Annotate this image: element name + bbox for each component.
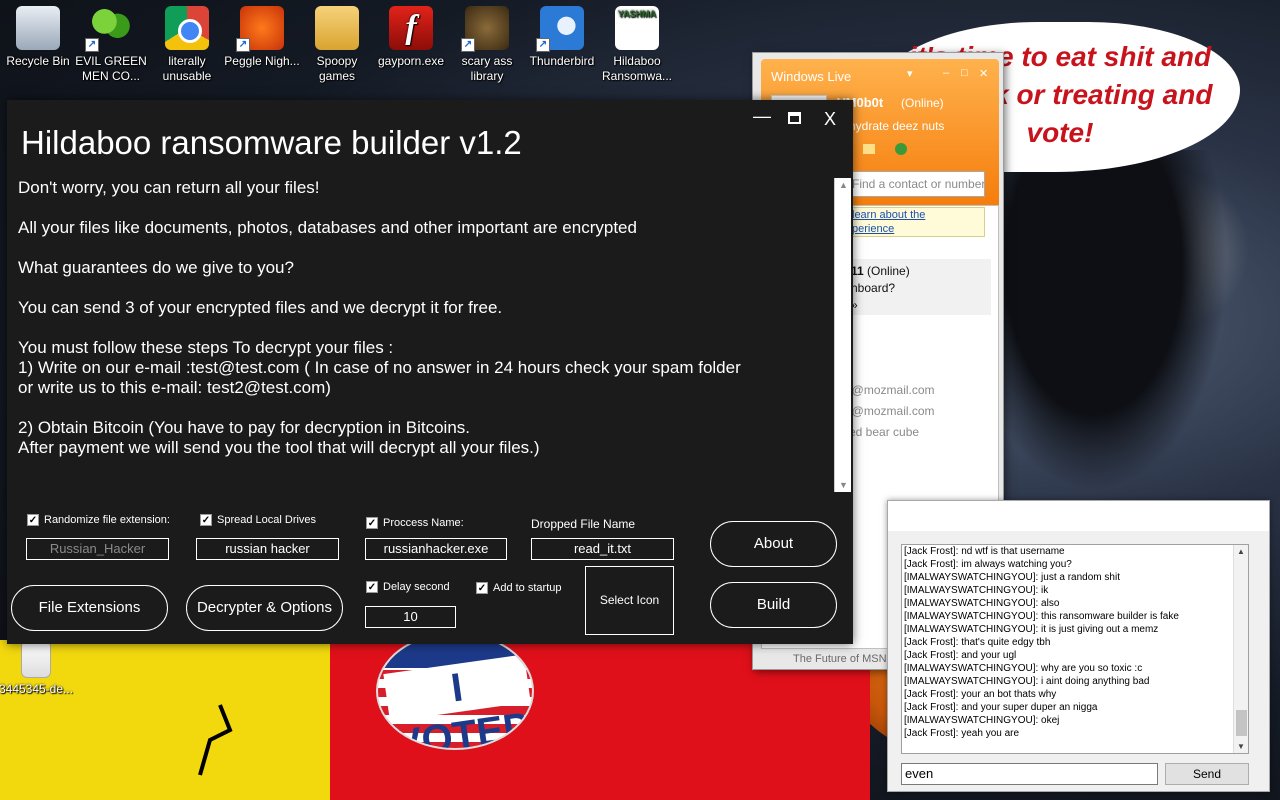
decrypter-options-button[interactable]: Decrypter & Options — [186, 585, 343, 631]
spread-name-input[interactable]: russian hacker — [196, 538, 339, 560]
messenger-options-icon[interactable]: ▾ — [907, 67, 913, 80]
contact-item[interactable]: l@mozmail.com — [849, 383, 935, 397]
select-icon-button[interactable]: Select Icon — [585, 566, 674, 635]
desktop-icon-recycle-bin[interactable]: Recycle Bin — [0, 0, 76, 69]
minimize-button[interactable]: — — [753, 106, 771, 127]
yashma-icon: YASHMA — [615, 6, 659, 50]
checkbox-icon: ✓ — [476, 582, 488, 594]
file-extensions-button[interactable]: File Extensions — [11, 585, 168, 631]
messenger-footer[interactable]: The Future of MSN — [793, 653, 887, 665]
folder-icon — [315, 6, 359, 50]
thunderbird-icon: ↗ — [536, 6, 584, 52]
library-icon: ↗ — [461, 6, 509, 52]
extension-input[interactable]: Russian_Hacker — [26, 538, 169, 560]
desktop-icon-evil-green-men[interactable]: ↗ EVIL GREEN MEN CO... — [73, 0, 149, 84]
messenger-status[interactable]: (Online) — [901, 96, 944, 110]
chat-log[interactable]: [Jack Frost]: nd wtf is that username [J… — [901, 544, 1249, 754]
personal-message[interactable]: hydrate deez nuts — [849, 119, 944, 133]
chat-message-input[interactable]: even — [901, 763, 1158, 785]
chat-message: [IMALWAYSWATCHINGYOU]: i aint doing anyt… — [904, 676, 1150, 687]
chat-message: [Jack Frost]: your an bot thats why — [904, 689, 1057, 700]
desktop-icon-peggle[interactable]: ↗ Peggle Nigh... — [224, 0, 300, 69]
chat-message: [Jack Frost]: im always watching you? — [904, 559, 1072, 570]
scroll-down-icon[interactable]: ▼ — [1237, 742, 1245, 751]
build-button[interactable]: Build — [710, 582, 837, 628]
process-name-checkbox[interactable]: ✓ Proccess Name: — [366, 517, 464, 529]
chat-header — [888, 501, 1269, 531]
maximize-icon[interactable]: □ — [961, 67, 968, 79]
desktop-icon-hildaboo[interactable]: YASHMA Hildaboo Ransomwa... — [599, 0, 675, 84]
wallpaper-tree — [990, 150, 1250, 530]
chat-message: [Jack Frost]: that's quite edgy tbh — [904, 637, 1051, 648]
learn-more-link[interactable]: learn about the — [852, 209, 925, 221]
startup-checkbox[interactable]: ✓ Add to startup — [476, 582, 562, 594]
contact-item[interactable]: ed bear cube — [849, 425, 919, 439]
i-voted-sticker: I VOTED — [376, 632, 534, 750]
desktop-icon-spoopy-games[interactable]: Spoopy games — [299, 0, 375, 84]
dropped-file-label: Dropped File Name — [531, 517, 636, 531]
messenger-toolbar-icons[interactable] — [861, 141, 921, 157]
chat-scrollbar[interactable]: ▲ ▼ — [1233, 545, 1248, 753]
recycle-bin-icon — [16, 6, 60, 50]
contact-item[interactable]: l@mozmail.com — [849, 404, 935, 418]
checkbox-icon: ✓ — [200, 514, 212, 526]
chat-message: [IMALWAYSWATCHINGYOU]: it is just giving… — [904, 624, 1159, 635]
send-button[interactable]: Send — [1165, 763, 1249, 785]
process-name-input[interactable]: russianhacker.exe — [365, 538, 507, 560]
about-button[interactable]: About — [710, 521, 837, 567]
spread-drives-checkbox[interactable]: ✓ Spread Local Drives — [200, 514, 316, 526]
chat-message: [Jack Frost]: and your ugl — [904, 650, 1017, 661]
wallpaper-scribble — [198, 704, 233, 776]
chat-window[interactable]: [Jack Frost]: nd wtf is that username [J… — [887, 500, 1270, 792]
scroll-up-icon[interactable]: ▲ — [1237, 547, 1245, 556]
desktop-icon-library[interactable]: ↗ scary ass library — [449, 0, 525, 84]
close-button[interactable]: X — [824, 109, 836, 130]
chat-message: [Jack Frost]: and your super duper an ni… — [904, 702, 1098, 713]
note-scrollbar[interactable]: ▲ ▼ — [834, 178, 851, 492]
ransom-note-textarea[interactable]: Don't worry, you can return all your fil… — [18, 178, 834, 550]
checkbox-icon: ✓ — [366, 517, 378, 529]
desktop-icon-chrome[interactable]: literally unusable — [149, 0, 225, 84]
builder-window[interactable]: Hildaboo ransomware builder v1.2 — X Don… — [7, 100, 853, 644]
window-title: Hildaboo ransomware builder v1.2 — [21, 124, 522, 161]
peggle-icon: ↗ — [236, 6, 284, 52]
contact-group[interactable]: 11 (Online) hboard? » — [845, 259, 991, 315]
scroll-down-icon[interactable]: ▼ — [839, 480, 848, 490]
delay-checkbox[interactable]: ✓ Delay second — [366, 581, 450, 593]
messenger-notification: learn about the perience — [845, 207, 985, 237]
chat-message: [Jack Frost]: nd wtf is that username — [904, 546, 1065, 557]
file-icon — [21, 640, 51, 678]
close-icon[interactable]: ✕ — [979, 67, 988, 80]
chat-message: [Jack Frost]: yeah you are — [904, 728, 1020, 739]
chrome-icon — [165, 6, 209, 50]
contact-search-input[interactable]: Find a contact or number — [845, 171, 985, 197]
flash-icon: f — [389, 6, 433, 50]
chat-message: [IMALWAYSWATCHINGYOU]: just a random shi… — [904, 572, 1120, 583]
chat-message: [IMALWAYSWATCHINGYOU]: this ransomware b… — [904, 611, 1179, 622]
checkbox-icon: ✓ — [27, 514, 39, 526]
chat-message: [IMALWAYSWATCHINGYOU]: also — [904, 598, 1060, 609]
delay-input[interactable]: 10 — [365, 606, 456, 628]
chat-message: [IMALWAYSWATCHINGYOU]: ik — [904, 585, 1049, 596]
randomize-extension-checkbox[interactable]: ✓ Randomize file extension: — [27, 514, 170, 526]
desktop-icon-flash-exe[interactable]: f gayporn.exe — [373, 0, 449, 69]
minimize-icon[interactable]: – — [943, 67, 949, 79]
people-icon: ↗ — [85, 6, 133, 52]
desktop-icon-thunderbird[interactable]: ↗ Thunderbird — [524, 0, 600, 69]
maximize-button[interactable] — [788, 112, 801, 124]
chat-message: [IMALWAYSWATCHINGYOU]: okej — [904, 715, 1060, 726]
dropped-file-input[interactable]: read_it.txt — [531, 538, 674, 560]
scroll-up-icon[interactable]: ▲ — [839, 180, 848, 190]
checkbox-icon: ✓ — [366, 581, 378, 593]
experience-link[interactable]: perience — [852, 223, 894, 235]
messenger-title: Windows Live — [771, 69, 852, 84]
chat-message: [IMALWAYSWATCHINGYOU]: why are you so to… — [904, 663, 1143, 674]
